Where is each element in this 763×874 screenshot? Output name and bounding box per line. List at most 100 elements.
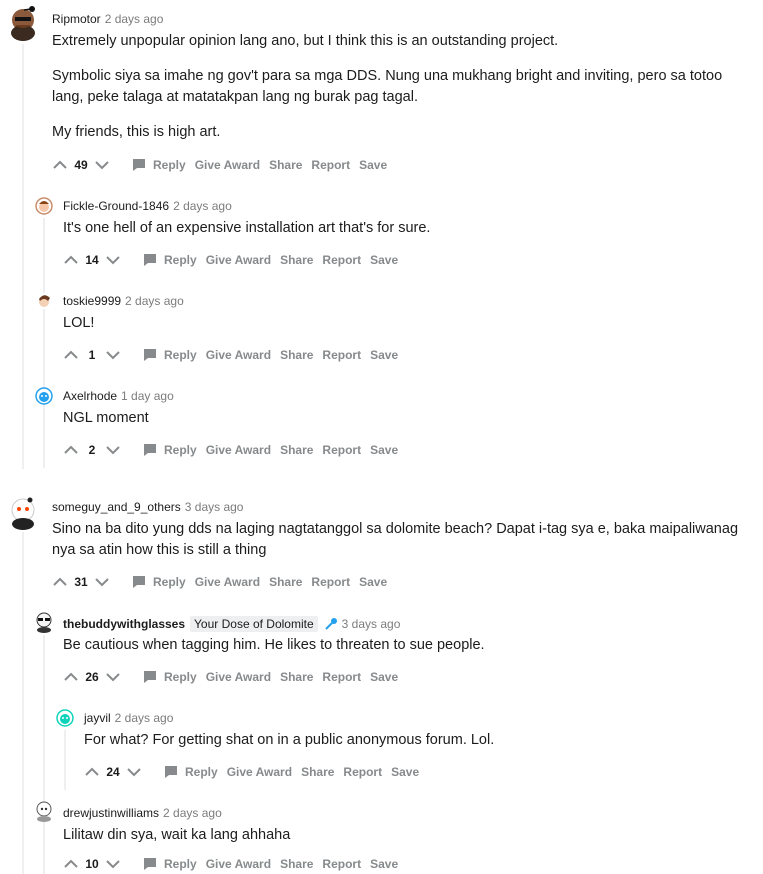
give-award-button[interactable]: Give Award [195,158,260,172]
avatar[interactable] [9,496,38,530]
reply-button[interactable]: Reply [132,575,186,589]
save-button[interactable]: Save [370,857,398,871]
comment-timestamp[interactable]: 1 day ago [121,389,174,403]
comment-timestamp[interactable]: 3 days ago [185,500,244,514]
thread-line[interactable] [22,44,24,469]
upvote-icon[interactable] [63,856,79,872]
give-award-button[interactable]: Give Award [206,670,271,684]
comment-actions: 24 Reply Give Award Share Report Save [84,762,419,782]
reply-button[interactable]: Reply [132,158,186,172]
share-button[interactable]: Share [280,253,313,267]
vote-score: 26 [85,670,99,684]
comment-author[interactable]: Ripmotor [52,12,101,26]
save-button[interactable]: Save [359,575,387,589]
upvote-icon[interactable] [63,442,79,458]
comment-author[interactable]: someguy_and_9_others [52,500,181,514]
comment-bubble-icon [144,444,156,456]
give-award-button[interactable]: Give Award [206,857,271,871]
reply-button[interactable]: Reply [143,670,197,684]
share-button[interactable]: Share [280,670,313,684]
upvote-icon[interactable] [63,669,79,685]
thread-line[interactable] [43,635,45,874]
upvote-icon[interactable] [52,574,68,590]
comment-bubble-icon [133,576,145,588]
report-button[interactable]: Report [322,670,361,684]
comment-timestamp[interactable]: 2 days ago [163,806,222,820]
comment-paragraph: Be cautious when tagging him. He likes t… [63,637,485,653]
save-button[interactable]: Save [370,443,398,457]
reply-button[interactable]: Reply [143,443,197,457]
comment-body: Extremely unpopular opinion lang ano, bu… [52,31,742,143]
upvote-icon[interactable] [63,252,79,268]
vote-score: 14 [85,253,99,267]
share-button[interactable]: Share [280,857,313,871]
give-award-button[interactable]: Give Award [206,443,271,457]
save-button[interactable]: Save [370,348,398,362]
comment-author[interactable]: jayvil [84,711,111,725]
give-award-button[interactable]: Give Award [195,575,260,589]
report-button[interactable]: Report [311,158,350,172]
save-button[interactable]: Save [370,253,398,267]
avatar[interactable] [34,800,54,822]
comment-timestamp[interactable]: 2 days ago [125,294,184,308]
upvote-icon[interactable] [63,347,79,363]
comment-timestamp[interactable]: 3 days ago [342,617,401,631]
report-button[interactable]: Report [322,348,361,362]
share-button[interactable]: Share [301,765,334,779]
downvote-icon[interactable] [105,442,121,458]
avatar[interactable] [34,611,54,633]
save-button[interactable]: Save [370,670,398,684]
share-button[interactable]: Share [269,158,302,172]
reply-button[interactable]: Reply [143,857,197,871]
report-button[interactable]: Report [322,443,361,457]
reply-button[interactable]: Reply [164,765,218,779]
comment-author[interactable]: Fickle-Ground-1846 [63,199,169,213]
comment-body: Sino na ba dito yung dds na laging nagta… [52,519,742,561]
avatar[interactable] [35,387,53,405]
comment-paragraph: Symbolic siya sa imahe ng gov't para sa … [52,68,723,105]
save-button[interactable]: Save [391,765,419,779]
give-award-button[interactable]: Give Award [206,348,271,362]
share-button[interactable]: Share [280,443,313,457]
avatar[interactable] [56,709,74,727]
comment-author[interactable]: Axelrhode [63,389,117,403]
give-award-button[interactable]: Give Award [206,253,271,267]
thread-line[interactable] [22,532,24,874]
save-button[interactable]: Save [359,158,387,172]
comment-author[interactable]: toskie9999 [63,294,121,308]
share-button[interactable]: Share [269,575,302,589]
report-button[interactable]: Report [322,253,361,267]
reply-button[interactable]: Reply [143,348,197,362]
comment-author[interactable]: thebuddywithglasses [63,617,185,631]
downvote-icon[interactable] [126,764,142,780]
downvote-icon[interactable] [94,574,110,590]
downvote-icon[interactable] [105,347,121,363]
avatar[interactable] [35,197,53,215]
share-button[interactable]: Share [280,348,313,362]
comment-timestamp[interactable]: 2 days ago [115,711,174,725]
downvote-icon[interactable] [94,157,110,173]
downvote-icon[interactable] [105,856,121,872]
comment-paragraph: My friends, this is high art. [52,124,221,140]
microphone-icon [324,617,338,631]
comment-timestamp[interactable]: 2 days ago [105,12,164,26]
comment-bubble-icon [144,671,156,683]
upvote-icon[interactable] [84,764,100,780]
report-button[interactable]: Report [322,857,361,871]
comment-timestamp[interactable]: 2 days ago [173,199,232,213]
vote-score: 31 [74,575,88,589]
comment-author[interactable]: drewjustinwilliams [63,806,159,820]
downvote-icon[interactable] [105,252,121,268]
avatar[interactable] [9,5,38,41]
report-button[interactable]: Report [311,575,350,589]
comment-actions: 49 Reply Give Award Share Report Save [52,155,387,175]
comment-bubble-icon [165,766,177,778]
thread-line[interactable] [43,218,45,468]
avatar[interactable] [35,292,53,310]
give-award-button[interactable]: Give Award [227,765,292,779]
thread-line[interactable] [64,730,66,790]
reply-button[interactable]: Reply [143,253,197,267]
report-button[interactable]: Report [343,765,382,779]
upvote-icon[interactable] [52,157,68,173]
downvote-icon[interactable] [105,669,121,685]
